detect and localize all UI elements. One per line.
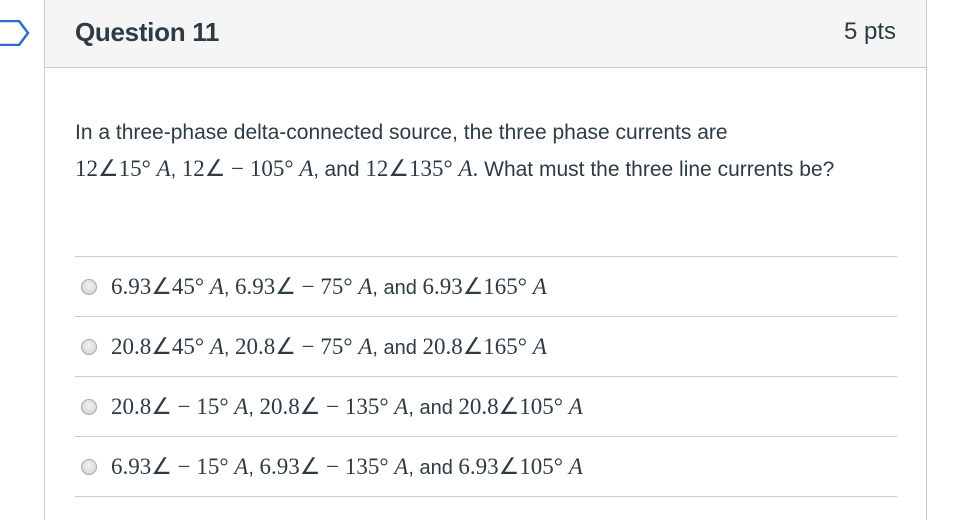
and-word: and [324,158,360,181]
answer-label: 6.93∠45° A, 6.93∠ − 75° A, and 6.93∠165°… [111,273,547,299]
answer-option-1[interactable]: 6.93∠45° A, 6.93∠ − 75° A, and 6.93∠165°… [75,257,897,317]
question-points: 5 pts [843,18,896,45]
answer-label: 6.93∠ − 15° A, 6.93∠ − 135° A, and 6.93∠… [111,453,583,479]
phase-current-1: 12∠15° A [75,156,171,181]
radio-button-icon[interactable] [81,398,97,415]
phase-current-3: 12∠135° A [365,156,473,181]
radio-button-icon[interactable] [81,338,97,355]
question-outro: What must the three line currents be? [484,158,835,181]
phase-current-2: 12∠ − 105° A [181,156,314,181]
flag-question-icon[interactable] [0,20,30,46]
radio-button-icon[interactable] [81,278,97,295]
radio-button-icon[interactable] [81,458,97,475]
question-text: In a three-phase delta-connected source,… [75,121,835,181]
answer-option-3[interactable]: 20.8∠ − 15° A, 20.8∠ − 135° A, and 20.8∠… [75,377,897,437]
question-header: Question 11 5 pts [45,0,926,68]
answer-label: 20.8∠ − 15° A, 20.8∠ − 135° A, and 20.8∠… [111,393,583,419]
answer-option-4[interactable]: 6.93∠ − 15° A, 6.93∠ − 135° A, and 6.93∠… [75,437,897,497]
answer-list: 6.93∠45° A, 6.93∠ − 75° A, and 6.93∠165°… [75,256,897,497]
answer-option-2[interactable]: 20.8∠45° A, 20.8∠ − 75° A, and 20.8∠165°… [75,317,897,377]
answer-label: 20.8∠45° A, 20.8∠ − 75° A, and 20.8∠165°… [111,333,547,359]
question-intro: In a three-phase delta-connected source,… [75,121,728,144]
question-title: Question 11 [75,17,220,47]
question-card: Question 11 5 pts In a three-phase delta… [44,0,927,520]
